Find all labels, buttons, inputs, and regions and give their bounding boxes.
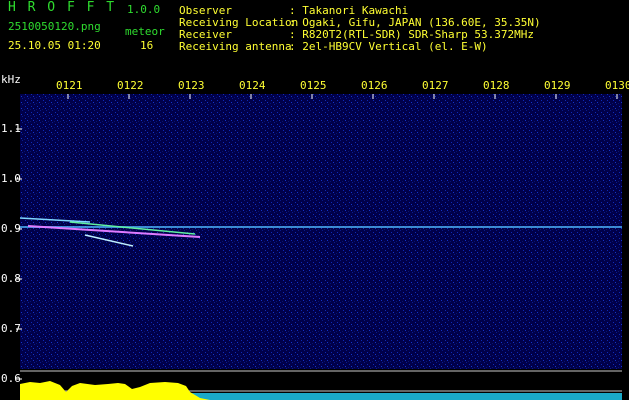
time-label-0127: 0127 bbox=[422, 79, 449, 92]
freq-label-0.8: 0.8 bbox=[1, 272, 21, 285]
freq-label-0.7: 0.7 bbox=[1, 322, 21, 335]
freq-label-0.6: 0.6 bbox=[1, 372, 21, 385]
time-label-0124: 0124 bbox=[239, 79, 266, 92]
observation-datetime: 25.10.05 01:20 bbox=[8, 39, 101, 52]
image-filename: 2510050120.png bbox=[8, 20, 101, 33]
spectrogram-plot: kHz 0121 0122 0123 0124 0125 0126 0127 0128 0129… bbox=[0, 74, 629, 400]
app-title: H R O F F T bbox=[8, 0, 117, 15]
time-label-0126: 0126 bbox=[361, 79, 388, 92]
meteor-label: meteor bbox=[125, 25, 165, 38]
app-version: 1.0.0 bbox=[127, 3, 161, 16]
time-label-0121: 0121 bbox=[56, 79, 83, 92]
info-key-antenna: Receiving antenna bbox=[179, 40, 292, 53]
time-label-0129: 0129 bbox=[544, 79, 571, 92]
time-label-0122: 0122 bbox=[117, 79, 144, 92]
meteor-count: 16 bbox=[140, 39, 154, 52]
time-label-0125: 0125 bbox=[300, 79, 327, 92]
info-value-antenna: : 2el-HB9CV Vertical (el. E-W) bbox=[289, 40, 488, 53]
level-profile bbox=[20, 381, 210, 400]
time-label-0128: 0128 bbox=[483, 79, 510, 92]
time-label-0123: 0123 bbox=[178, 79, 205, 92]
frequency-unit-label: kHz bbox=[1, 73, 21, 86]
hroffft-window: H R O F F T 1.0.0 2510050120.png meteor … bbox=[0, 0, 629, 400]
freq-label-1.1: 1.1 bbox=[1, 122, 21, 135]
freq-label-1.0: 1.0 bbox=[1, 172, 21, 185]
time-label-0130: 0130 bbox=[605, 79, 629, 92]
freq-label-0.9: 0.9 bbox=[1, 222, 21, 235]
